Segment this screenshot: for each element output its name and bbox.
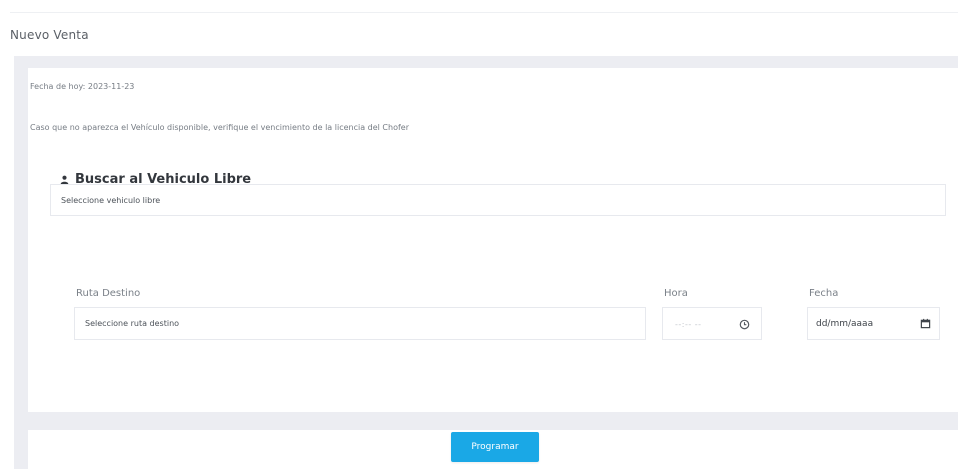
route-select[interactable]: Seleccione ruta destino <box>74 307 646 340</box>
page-title: Nuevo Venta <box>10 28 89 42</box>
vehicle-select[interactable]: Seleccione vehiculo libre <box>50 184 946 216</box>
time-input[interactable]: --:-- -- <box>662 307 762 340</box>
date-input[interactable]: dd/mm/aaaa <box>807 307 940 340</box>
page-header: Nuevo Venta <box>10 12 958 55</box>
license-notice-text: Caso que no aparezca el Vehículo disponi… <box>30 123 409 132</box>
time-label: Hora <box>664 288 688 299</box>
route-label: Ruta Destino <box>76 288 141 299</box>
content-panel: Fecha de hoy: 2023-11-23 Caso que no apa… <box>14 56 958 469</box>
form-card: Fecha de hoy: 2023-11-23 Caso que no apa… <box>28 68 958 412</box>
clock-icon[interactable] <box>739 319 750 330</box>
submit-button[interactable]: Programar <box>451 432 539 462</box>
route-select-value: Seleccione ruta destino <box>85 319 180 328</box>
date-label: Fecha <box>809 288 839 299</box>
user-icon <box>60 175 69 184</box>
calendar-icon[interactable] <box>920 318 931 329</box>
date-placeholder: dd/mm/aaaa <box>816 318 874 329</box>
today-date-text: Fecha de hoy: 2023-11-23 <box>30 82 135 91</box>
form-footer: Programar <box>28 430 958 469</box>
vehicle-select-value: Seleccione vehiculo libre <box>61 195 161 205</box>
time-placeholder: --:-- -- <box>675 320 702 329</box>
